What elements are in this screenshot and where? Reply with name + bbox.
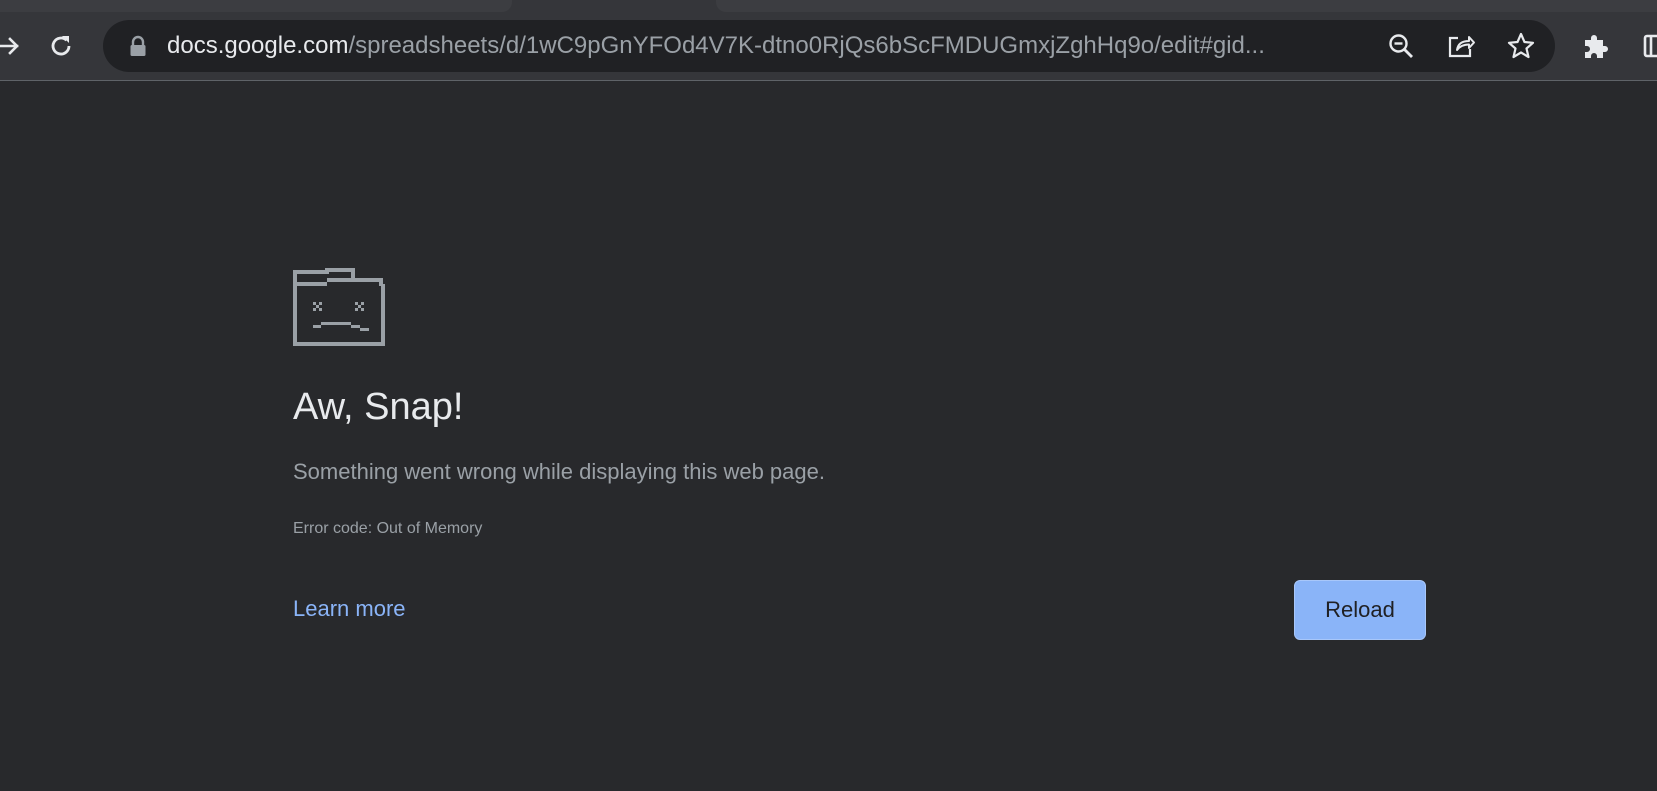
learn-more-link[interactable]: Learn more bbox=[293, 596, 406, 622]
error-title: Aw, Snap! bbox=[293, 386, 464, 428]
error-message: Something went wrong while displaying th… bbox=[293, 459, 825, 484]
url-host: docs.google.com bbox=[167, 33, 349, 59]
error-code: Error code: Out of Memory bbox=[293, 520, 483, 537]
url-text[interactable]: docs.google.com/spreadsheets/d/1wC9pGnYF… bbox=[167, 33, 1467, 59]
bookmark-button[interactable] bbox=[1505, 30, 1537, 62]
share-button[interactable] bbox=[1445, 30, 1477, 62]
reload-icon bbox=[51, 36, 71, 56]
share-icon bbox=[1448, 36, 1475, 58]
bookmark-star-icon bbox=[1507, 32, 1535, 59]
extensions-icon bbox=[1585, 35, 1608, 58]
sad-folder-icon bbox=[293, 268, 385, 346]
tab-strip-edge-left[interactable] bbox=[0, 0, 512, 12]
lock-icon[interactable] bbox=[128, 35, 148, 57]
error-page: Aw, Snap! Something went wrong while dis… bbox=[0, 81, 1657, 791]
address-bar[interactable]: docs.google.com/spreadsheets/d/1wC9pGnYF… bbox=[103, 20, 1555, 72]
zoom-out-icon bbox=[1389, 34, 1413, 58]
zoom-button[interactable] bbox=[1385, 30, 1417, 62]
url-path: /spreadsheets/d/1wC9pGnYFOd4V7K-dtno0RjQ… bbox=[348, 33, 1265, 59]
reload-page-button[interactable] bbox=[41, 26, 81, 66]
forward-icon bbox=[0, 37, 19, 55]
reload-button[interactable]: Reload bbox=[1294, 580, 1426, 640]
tab-strip-edge-right[interactable] bbox=[716, 0, 1657, 12]
extensions-button[interactable] bbox=[1576, 26, 1616, 66]
forward-button[interactable] bbox=[0, 26, 30, 66]
side-panel-icon bbox=[1643, 34, 1657, 58]
side-panel-button[interactable] bbox=[1636, 26, 1657, 66]
browser-toolbar: docs.google.com/spreadsheets/d/1wC9pGnYF… bbox=[0, 0, 1657, 81]
